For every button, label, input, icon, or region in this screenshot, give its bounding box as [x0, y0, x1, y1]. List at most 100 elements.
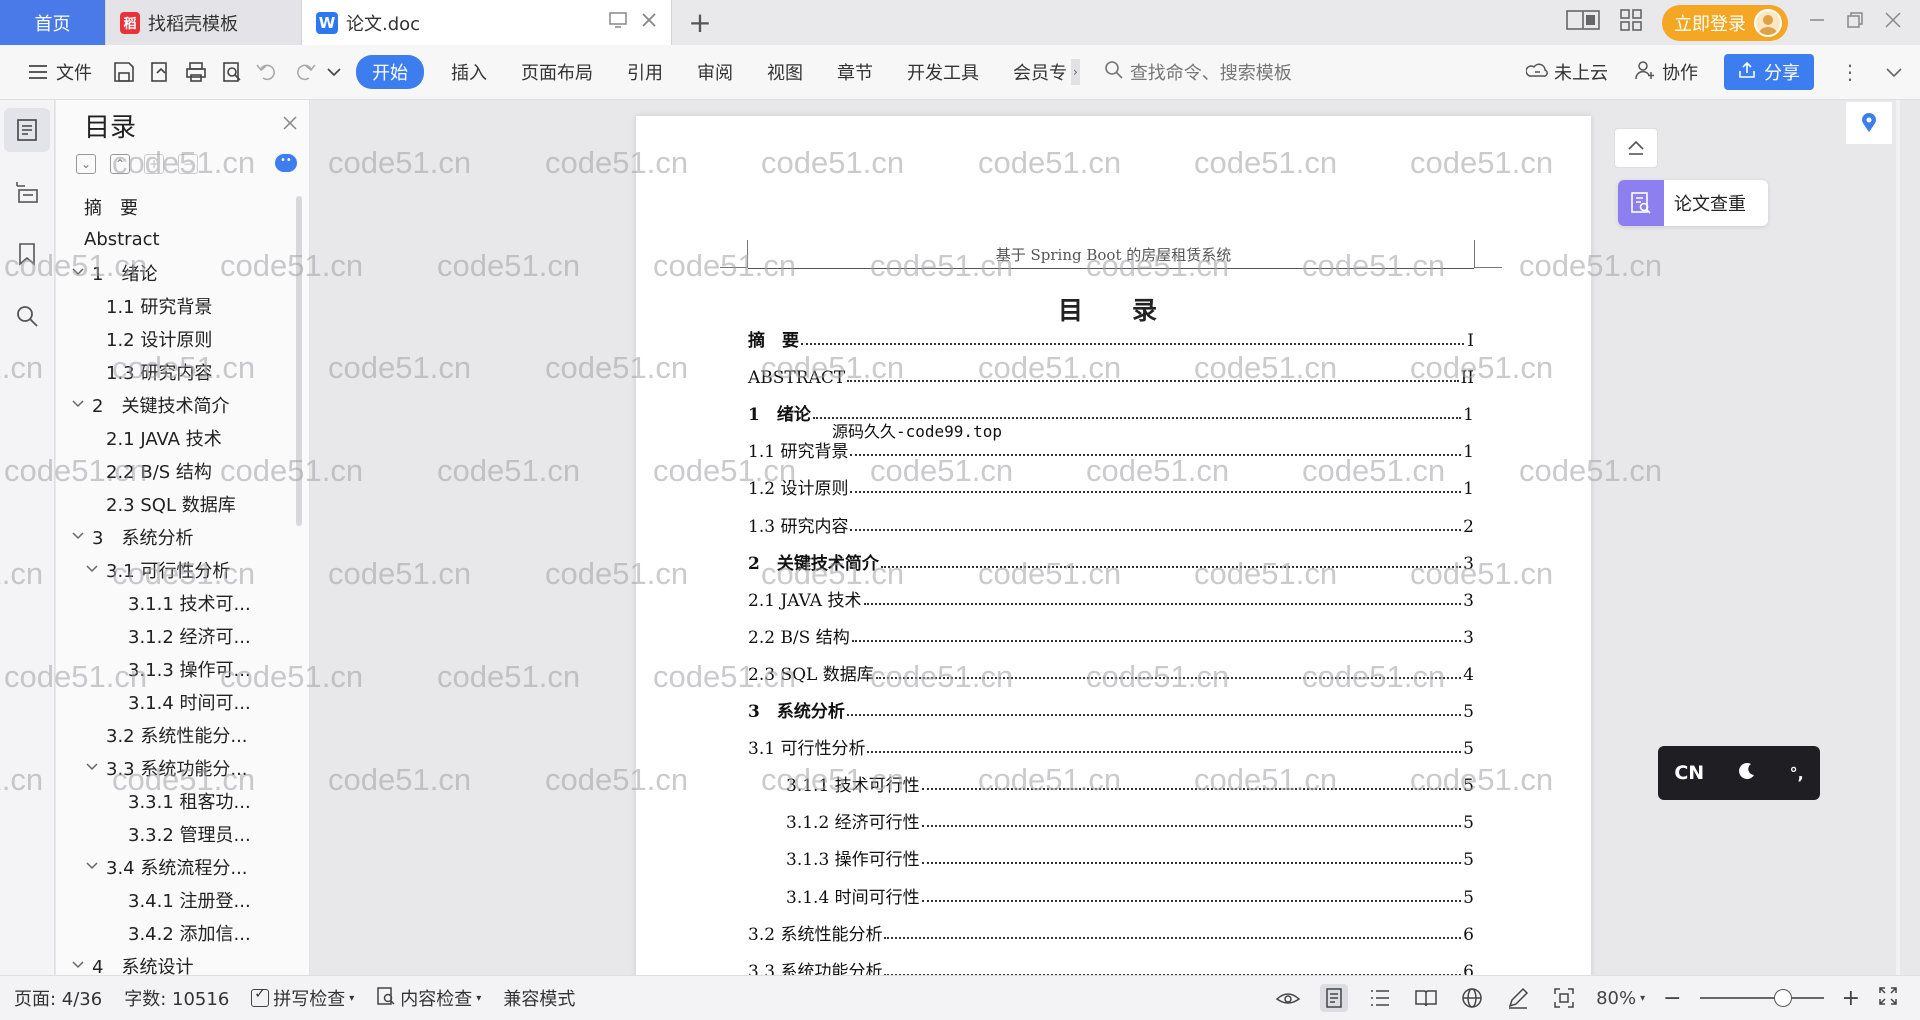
- promote-level-icon[interactable]: +: [144, 154, 164, 174]
- toc-entry[interactable]: ABSTRACT II: [748, 358, 1474, 395]
- toc-item[interactable]: 3 系统分析: [72, 520, 292, 553]
- menu-developer[interactable]: 开发工具: [890, 59, 996, 85]
- toc-entry[interactable]: 2.3 SQL 数据库 4: [748, 655, 1474, 692]
- collapse-panel-button[interactable]: [1614, 128, 1658, 168]
- find-icon[interactable]: [4, 294, 50, 338]
- toc-entry[interactable]: 2.2 B/S 结构 3: [748, 618, 1474, 655]
- tab-document[interactable]: W 论文.doc: [302, 0, 672, 45]
- collapse-all-icon[interactable]: ⌃: [110, 154, 130, 174]
- toc-item[interactable]: 3.2 系统性能分...: [72, 718, 292, 751]
- toc-item[interactable]: Abstract: [72, 223, 292, 256]
- toc-item[interactable]: 3.4.1 注册登...: [72, 883, 292, 916]
- toc-entry[interactable]: 2.1 JAVA 技术 3: [748, 581, 1474, 618]
- fullscreen-icon[interactable]: [1878, 986, 1898, 1011]
- more-quick-access-icon[interactable]: [322, 56, 346, 88]
- toc-item[interactable]: 2.2 B/S 结构: [72, 454, 292, 487]
- print-preview-icon[interactable]: [214, 56, 250, 88]
- menu-insert[interactable]: 插入: [434, 59, 504, 85]
- toc-item[interactable]: 1.2 设计原则: [72, 322, 292, 355]
- reading-layout-icon[interactable]: [1566, 9, 1600, 36]
- chevron-down-icon[interactable]: [86, 562, 106, 577]
- chevron-down-icon[interactable]: [72, 958, 92, 973]
- page-indicator[interactable]: 页面: 4/36: [14, 985, 102, 1011]
- page-view-icon[interactable]: [1320, 984, 1349, 1012]
- save-icon[interactable]: [106, 56, 142, 88]
- menu-home[interactable]: 开始: [356, 55, 424, 89]
- toc-panel-close-icon[interactable]: [283, 115, 297, 135]
- toc-item[interactable]: 3.1.1 技术可...: [72, 586, 292, 619]
- toc-entry[interactable]: 3.1.4 时间可行性 5: [748, 877, 1474, 914]
- expand-all-icon[interactable]: ⌄: [76, 154, 96, 174]
- reading-view-icon[interactable]: [1412, 984, 1440, 1012]
- web-view-icon[interactable]: [1458, 984, 1486, 1012]
- bookmark-icon[interactable]: [4, 232, 50, 276]
- zoom-out-icon[interactable]: −: [1663, 986, 1681, 1011]
- menu-section[interactable]: 章节: [820, 59, 890, 85]
- toc-item[interactable]: 3.4 系统流程分...: [72, 850, 292, 883]
- toc-entry[interactable]: 摘 要I: [748, 321, 1474, 358]
- window-mode-icon[interactable]: [609, 12, 627, 33]
- new-tab-button[interactable]: +: [672, 0, 728, 45]
- location-marker-button[interactable]: [1846, 102, 1892, 144]
- file-menu[interactable]: 文件: [56, 59, 92, 85]
- toc-item[interactable]: 2 关键技术简介: [72, 388, 292, 421]
- redo-icon[interactable]: [286, 56, 322, 88]
- toc-entry[interactable]: 3 系统分析 5: [748, 692, 1474, 729]
- minimize-icon[interactable]: [1808, 11, 1826, 34]
- toc-item[interactable]: 2.1 JAVA 技术: [72, 421, 292, 454]
- toc-item[interactable]: 3.1 可行性分析: [72, 553, 292, 586]
- demote-level-icon[interactable]: −: [178, 154, 198, 174]
- word-count[interactable]: 字数: 10516: [124, 985, 229, 1011]
- export-pdf-icon[interactable]: [142, 56, 178, 88]
- login-button[interactable]: 立即登录: [1662, 4, 1788, 41]
- close-window-icon[interactable]: [1884, 11, 1902, 34]
- more-options-icon[interactable]: ⋮: [1840, 60, 1860, 84]
- moon-icon[interactable]: [1737, 761, 1757, 786]
- document-page[interactable]: 基于 Spring Boot 的房屋租赁系统 目 录 摘 要 I ABSTRACT I…: [636, 116, 1591, 975]
- toc-entry[interactable]: 3.3 系统功能分析 6: [748, 952, 1474, 975]
- toc-item[interactable]: 4 系统设计: [72, 949, 292, 975]
- eye-protection-icon[interactable]: [1274, 984, 1302, 1012]
- chevron-down-icon[interactable]: [72, 397, 92, 412]
- write-mode-icon[interactable]: [1504, 984, 1532, 1012]
- outline-view-icon[interactable]: [1366, 984, 1394, 1012]
- toc-entry[interactable]: 2 关键技术简介 3: [748, 544, 1474, 581]
- plagiarism-check-button[interactable]: 论文查重: [1618, 180, 1768, 226]
- zoom-slider-knob[interactable]: [1773, 989, 1792, 1007]
- outline-panel-icon[interactable]: [4, 170, 50, 214]
- toc-entry[interactable]: 3.1.1 技术可行性 5: [748, 766, 1474, 803]
- share-button[interactable]: 分享: [1724, 54, 1814, 90]
- menu-view[interactable]: 视图: [750, 59, 820, 85]
- toc-item[interactable]: 1.1 研究背景: [72, 289, 292, 322]
- toc-scrollbar[interactable]: [296, 196, 302, 526]
- restore-icon[interactable]: [1846, 11, 1864, 34]
- tab-close-icon[interactable]: [641, 12, 657, 33]
- ime-toolbar[interactable]: CN °,: [1658, 746, 1820, 800]
- collapse-ribbon-icon[interactable]: [1886, 62, 1902, 83]
- hamburger-menu-icon[interactable]: [20, 56, 56, 88]
- print-icon[interactable]: [178, 56, 214, 88]
- punctuation-icon[interactable]: °,: [1790, 764, 1804, 783]
- menu-member[interactable]: 会员专: [996, 59, 1071, 85]
- toc-item[interactable]: 3.3 系统功能分...: [72, 751, 292, 784]
- toc-entry[interactable]: 3.1.2 经济可行性 5: [748, 803, 1474, 840]
- toc-item[interactable]: 3.3.1 租客功...: [72, 784, 292, 817]
- toc-entry[interactable]: 3.1.3 操作可行性 5: [748, 840, 1474, 877]
- menu-review[interactable]: 审阅: [680, 59, 750, 85]
- ribbon-scroll-right-icon[interactable]: ›: [1071, 59, 1080, 85]
- fit-page-icon[interactable]: [1550, 984, 1578, 1012]
- toc-item[interactable]: 摘 要: [72, 190, 292, 223]
- toc-item[interactable]: 3.4.2 添加信...: [72, 916, 292, 949]
- command-search[interactable]: 查找命令、搜索模板: [1104, 59, 1292, 85]
- toc-item[interactable]: 3.1.4 时间可...: [72, 685, 292, 718]
- chevron-down-icon[interactable]: [72, 529, 92, 544]
- menu-references[interactable]: 引用: [610, 59, 680, 85]
- zoom-slider[interactable]: [1699, 989, 1824, 1007]
- toc-item[interactable]: 3.1.2 经济可...: [72, 619, 292, 652]
- toc-entry[interactable]: 3.2 系统性能分析 6: [748, 915, 1474, 952]
- toc-item[interactable]: 1 绪论: [72, 256, 292, 289]
- apps-grid-icon[interactable]: [1620, 9, 1642, 36]
- toc-item[interactable]: 3.3.2 管理员...: [72, 817, 292, 850]
- ai-assistant-icon[interactable]: [275, 154, 297, 172]
- content-check-button[interactable]: 内容检查 ▾: [376, 985, 481, 1011]
